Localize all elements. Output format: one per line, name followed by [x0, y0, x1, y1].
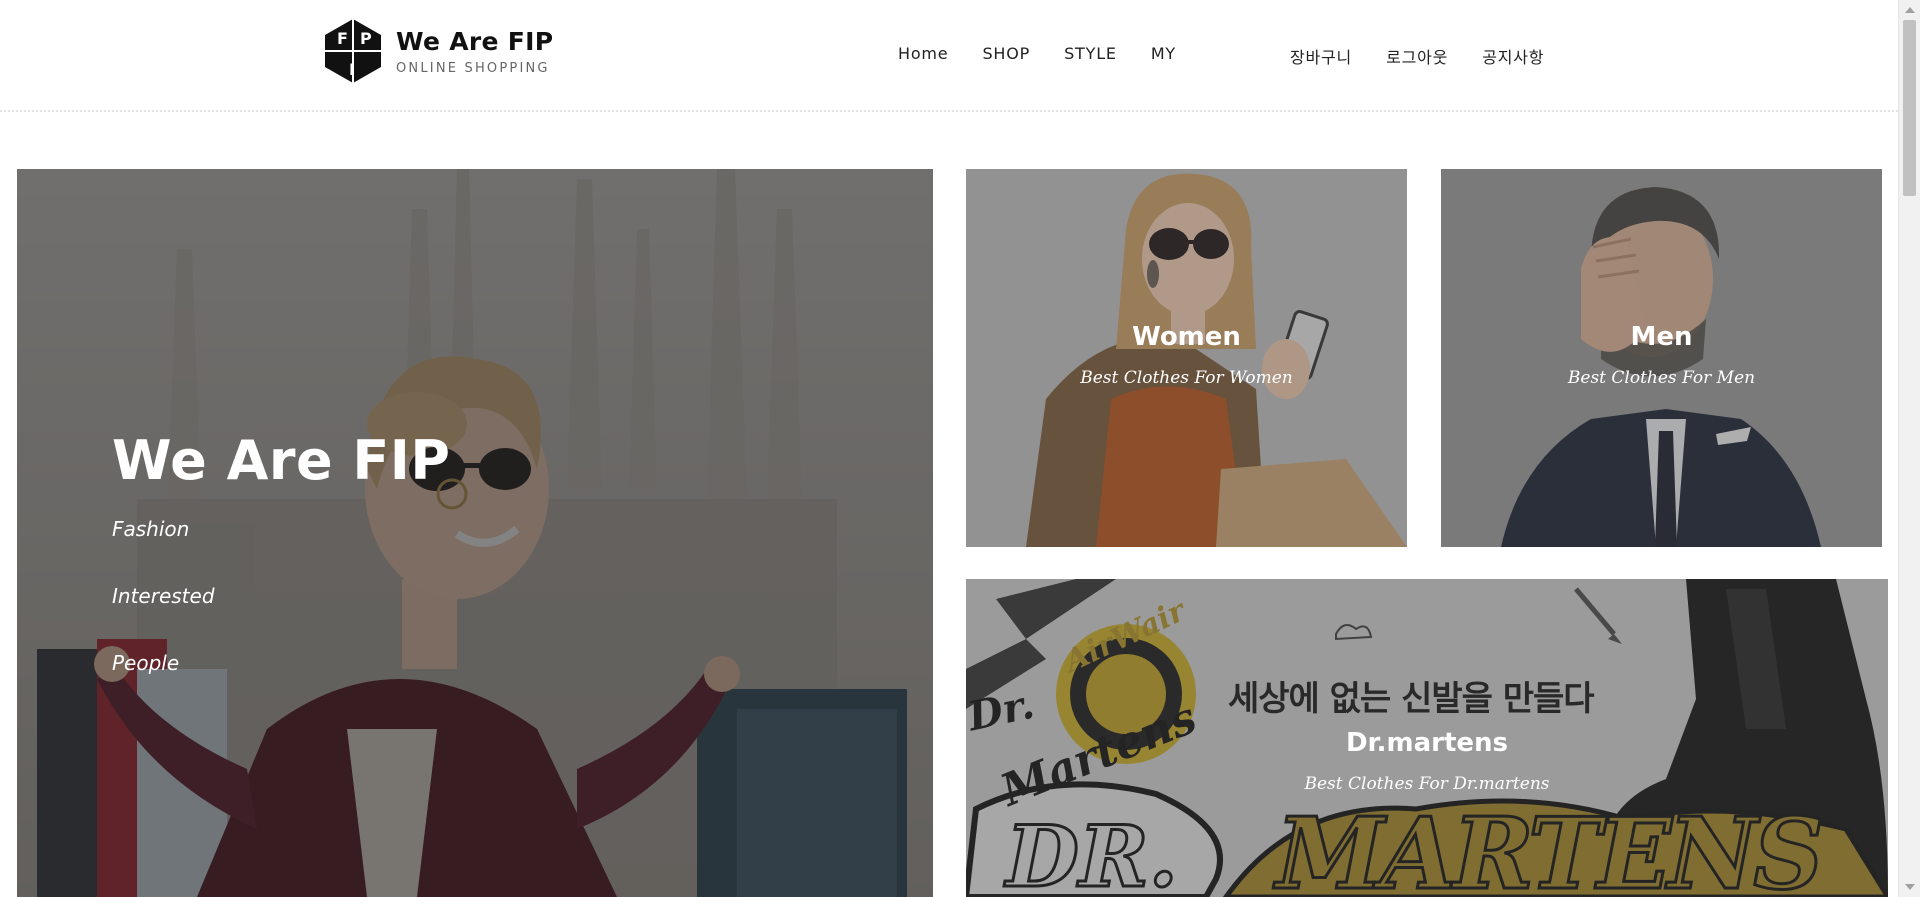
brand-title: Dr.martens [1345, 728, 1509, 758]
user-nav: 장바구니 로그아웃 공지사항 [1290, 44, 1544, 68]
brand-subtitle: Best Clothes For Dr.martens [1304, 774, 1550, 794]
women-category-card[interactable]: Women Best Clothes For Women [966, 169, 1407, 547]
site-logo[interactable]: F P I We Are FIP ONLINE SHOPPING [322, 16, 553, 86]
hero-line-interested: Interested [112, 584, 215, 608]
men-caption: Men Best Clothes For Men [1441, 321, 1882, 389]
scroll-down-arrow-icon[interactable] [1905, 884, 1915, 890]
hero-title: We Are FIP [112, 429, 451, 492]
nav-cart-link[interactable]: 장바구니 [1290, 44, 1352, 68]
scroll-thumb[interactable] [1903, 20, 1916, 196]
svg-text:I: I [349, 60, 355, 79]
women-subtitle: Best Clothes For Women [1080, 368, 1293, 388]
drmartens-brand-card[interactable]: Dr. AirWair Martens DR. MARTENS 세상에 없는 신… [966, 579, 1888, 897]
svg-text:P: P [360, 29, 372, 48]
nav-my-link[interactable]: MY [1151, 44, 1176, 63]
logo-subtitle: ONLINE SHOPPING [396, 60, 550, 76]
logo-title: We Are FIP [396, 26, 554, 56]
hero-text-block: We Are FIP Fashion Interested People [112, 429, 450, 675]
men-subtitle: Best Clothes For Men [1567, 368, 1756, 388]
women-caption: Women Best Clothes For Women [966, 321, 1407, 389]
nav-home-link[interactable]: Home [898, 44, 948, 63]
site-header: F P I We Are FIP ONLINE SHOPPING Home SH… [0, 0, 1898, 112]
brand-caption: Dr.martens Best Clothes For Dr.martens [966, 727, 1888, 795]
nav-notice-link[interactable]: 공지사항 [1482, 44, 1544, 68]
main-nav: Home SHOP STYLE MY [898, 44, 1176, 63]
nav-style-link[interactable]: STYLE [1064, 44, 1117, 63]
women-title: Women [1132, 322, 1241, 352]
men-title: Men [1630, 322, 1693, 352]
fip-hexagon-logo-icon: F P I [325, 19, 381, 83]
nav-shop-link[interactable]: SHOP [982, 44, 1030, 63]
hero-line-people: People [112, 651, 180, 675]
page-scrollbar[interactable] [1898, 0, 1920, 897]
men-category-card[interactable]: Men Best Clothes For Men [1441, 169, 1882, 547]
hero-banner[interactable]: We Are FIP Fashion Interested People [17, 169, 933, 897]
nav-logout-link[interactable]: 로그아웃 [1386, 44, 1448, 68]
svg-text:F: F [337, 29, 348, 48]
scroll-up-arrow-icon[interactable] [1905, 7, 1915, 13]
hero-line-fashion: Fashion [112, 517, 190, 541]
